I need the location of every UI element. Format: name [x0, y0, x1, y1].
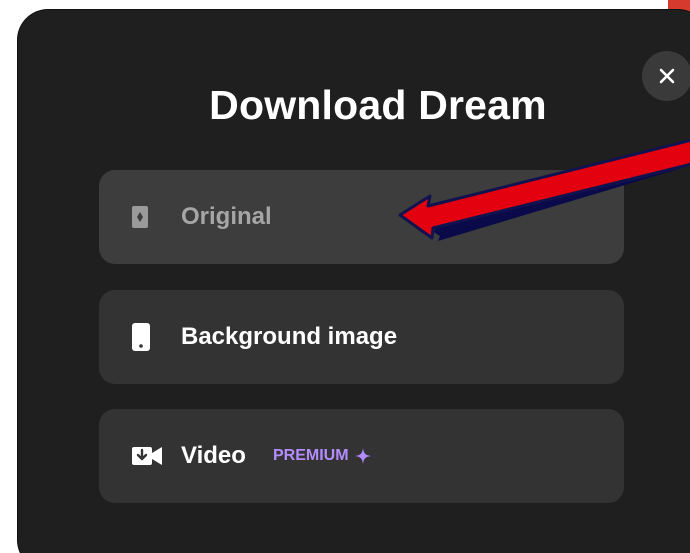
close-button[interactable] — [642, 51, 690, 101]
premium-label: PREMIUM — [273, 447, 349, 464]
modal-title: Download Dream — [209, 82, 547, 128]
screenshot-stage: Download Dream Original Background image — [0, 0, 690, 553]
phone-icon — [131, 322, 151, 352]
background-image-option[interactable]: Background image — [99, 290, 624, 384]
original-image-icon — [131, 205, 149, 229]
video-option[interactable]: Video PREMIUM — [99, 409, 624, 503]
video-download-icon — [131, 445, 163, 467]
original-option[interactable]: Original — [99, 170, 624, 264]
original-label: Original — [181, 203, 272, 230]
close-icon — [659, 68, 675, 84]
sparkle-icon — [354, 448, 371, 464]
premium-badge: PREMIUM — [273, 447, 371, 465]
video-label: Video — [181, 442, 246, 469]
background-image-label: Background image — [181, 323, 398, 350]
